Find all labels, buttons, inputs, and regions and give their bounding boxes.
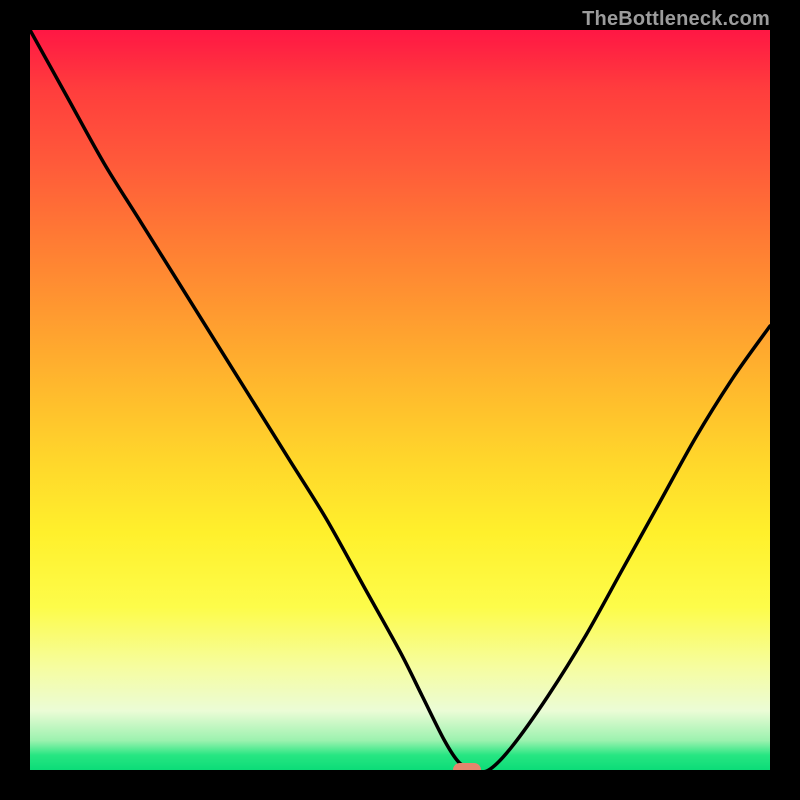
attribution-label: TheBottleneck.com (582, 8, 770, 31)
plot-area (30, 30, 770, 770)
chart-frame: TheBottleneck.com (0, 0, 800, 800)
bottleneck-marker (453, 763, 481, 770)
bottleneck-curve (30, 30, 770, 770)
